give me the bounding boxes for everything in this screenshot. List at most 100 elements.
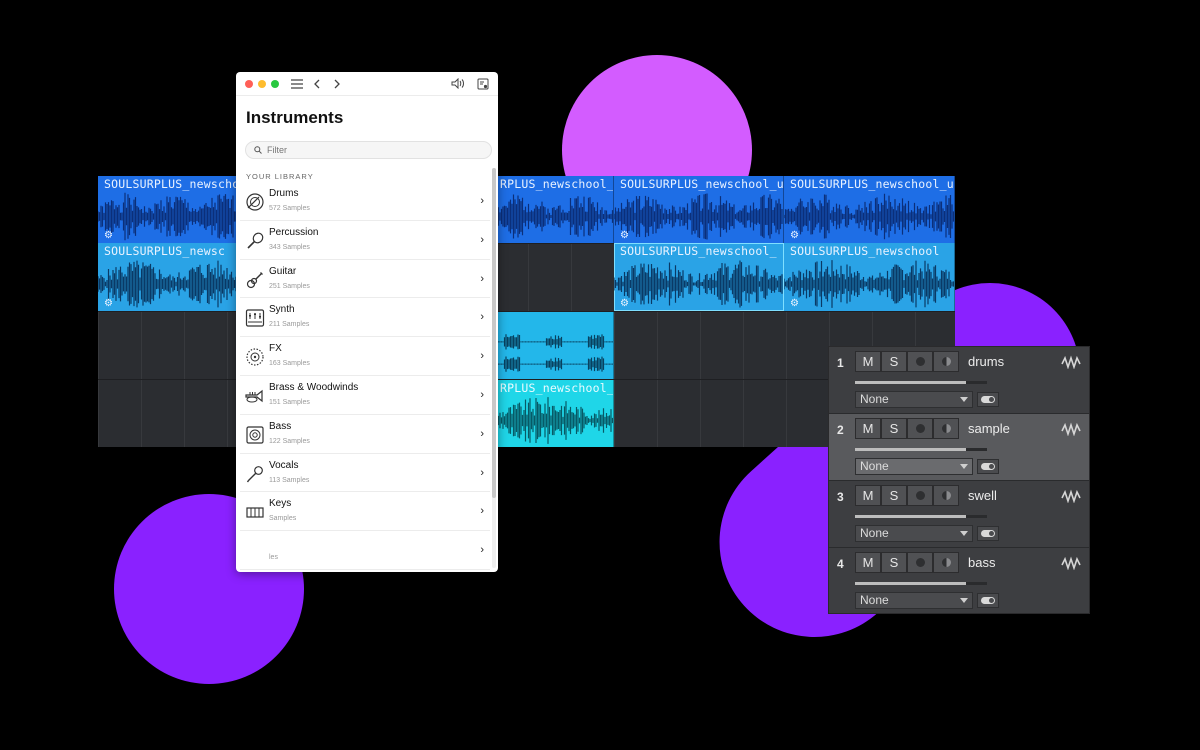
input-select-value: None [860, 526, 889, 540]
mute-button[interactable]: M [855, 552, 881, 573]
gear-icon[interactable]: ⚙ [620, 299, 630, 309]
track-name[interactable]: swell [968, 488, 997, 503]
item-name: Vocals [269, 459, 299, 471]
zoom-window-button[interactable] [271, 79, 279, 88]
audio-clip[interactable]: SOULSURPLUS_newsc ⚙ [98, 243, 238, 311]
mixer-track[interactable]: 4 M S bass None [829, 548, 1089, 613]
audio-clip[interactable]: RPLUS_newschool_u [494, 176, 614, 243]
gear-icon[interactable]: ⚙ [790, 299, 800, 309]
clip-title: RPLUS_newschool_u [500, 177, 614, 191]
solo-button[interactable]: S [881, 485, 907, 506]
volume-fader[interactable] [855, 582, 987, 585]
input-select[interactable]: None [855, 391, 973, 408]
audio-clip[interactable]: SOULSURPLUS_newschool ⚙ [784, 243, 955, 311]
monitor-button[interactable] [933, 351, 959, 372]
input-monitor-toggle[interactable] [977, 459, 999, 474]
forward-icon[interactable] [330, 77, 344, 91]
search-icon [254, 146, 262, 154]
item-count: 572 Samples [269, 205, 310, 212]
more-icon [245, 541, 265, 561]
mute-button[interactable]: M [855, 418, 881, 439]
input-monitor-toggle[interactable] [977, 526, 999, 541]
waveform-icon[interactable] [1061, 355, 1081, 369]
monitor-icon [941, 558, 951, 567]
clip-title: SOULSURPLUS_newschool [790, 244, 940, 258]
monitor-button[interactable] [933, 485, 959, 506]
mute-button[interactable]: M [855, 351, 881, 372]
item-count: 113 Samples [269, 476, 310, 484]
menu-icon[interactable] [290, 77, 304, 91]
audio-clip[interactable] [494, 312, 614, 379]
list-item-guitar[interactable]: Guitar 251 Samples › [240, 260, 490, 299]
track-number: 1 [837, 356, 844, 370]
input-monitor-toggle[interactable] [977, 593, 999, 608]
monitor-icon [941, 491, 951, 500]
mute-button[interactable]: M [855, 485, 881, 506]
filter-field[interactable] [245, 141, 492, 159]
track-name[interactable]: sample [968, 421, 1010, 436]
volume-fader[interactable] [855, 448, 987, 451]
item-count: 211 Samples [269, 321, 310, 329]
filter-input[interactable] [267, 145, 467, 155]
track-name[interactable]: bass [968, 555, 995, 570]
input-select[interactable]: None [855, 458, 973, 475]
item-count: 163 Samples [269, 360, 310, 368]
gear-icon[interactable]: ⚙ [104, 299, 114, 309]
minimize-window-button[interactable] [258, 79, 266, 88]
input-select[interactable]: None [855, 525, 973, 542]
list-item-brass-woodwinds[interactable]: Brass & Woodwinds 151 Samples › [240, 376, 490, 415]
waveform [494, 397, 613, 444]
chevron-right-icon: › [480, 233, 484, 246]
scrollbar[interactable] [492, 168, 496, 568]
gear-icon[interactable]: ⚙ [104, 231, 114, 241]
solo-button[interactable]: S [881, 418, 907, 439]
audio-clip[interactable]: RPLUS_newschool_ [494, 380, 614, 447]
gear-icon[interactable]: ⚙ [790, 231, 800, 241]
waveform-icon[interactable] [1061, 422, 1081, 436]
back-icon[interactable] [310, 77, 324, 91]
list-item-synth[interactable]: Synth 211 Samples › [240, 298, 490, 338]
solo-button[interactable]: S [881, 351, 907, 372]
audio-clip-selected[interactable]: SOULSURPLUS_newschool_ ⚙ [614, 243, 784, 311]
audio-clip[interactable]: SOULSURPLUS_newschool_u ⚙ [784, 176, 955, 243]
item-name: Guitar [269, 265, 297, 277]
mixer-track[interactable]: 2 M S sample None [829, 414, 1089, 481]
mixer-track[interactable]: 1 M S drums None [829, 347, 1089, 414]
list-item-percussion[interactable]: Percussion 343 Samples › [240, 221, 490, 260]
scrollbar-thumb[interactable] [492, 168, 496, 498]
list-item-fx[interactable]: FX 163 Samples › [240, 337, 490, 376]
track-name[interactable]: drums [968, 354, 1004, 369]
waveform-icon[interactable] [1061, 489, 1081, 503]
input-monitor-toggle[interactable] [977, 392, 999, 407]
record-arm-button[interactable] [907, 552, 933, 573]
waveform-icon[interactable] [1061, 556, 1081, 570]
monitor-button[interactable] [933, 418, 959, 439]
waveform [784, 260, 954, 308]
mixer-track[interactable]: 3 M S swell None [829, 481, 1089, 548]
solo-button[interactable]: S [881, 552, 907, 573]
clip-title: RPLUS_newschool_ [500, 381, 614, 395]
waveform-path [784, 260, 954, 308]
volume-fader[interactable] [855, 381, 987, 384]
piano-icon [245, 502, 265, 522]
close-window-button[interactable] [245, 79, 253, 88]
monitor-button[interactable] [933, 552, 959, 573]
volume-fader[interactable] [855, 515, 987, 518]
list-item-drums[interactable]: Drums 572 Samples › [240, 182, 490, 221]
item-name: Percussion [269, 226, 319, 238]
waveform [614, 193, 783, 240]
list-item-keys[interactable]: Keys Samples › [240, 492, 490, 532]
input-select[interactable]: None [855, 592, 973, 609]
gear-icon[interactable]: ⚙ [620, 231, 630, 241]
record-arm-button[interactable] [907, 351, 933, 372]
record-arm-button[interactable] [907, 418, 933, 439]
daw-timeline[interactable]: SOULSURPLUS_newschool_u ⚙ RPLUS_newschoo… [98, 176, 955, 447]
speaker-volume-icon[interactable] [450, 77, 464, 91]
microphone-icon [245, 464, 265, 484]
list-item-bass[interactable]: Bass 122 Samples › [240, 415, 490, 454]
audio-clip[interactable]: SOULSURPLUS_newschool_u ⚙ [614, 176, 784, 243]
record-arm-button[interactable] [907, 485, 933, 506]
preview-window-icon[interactable] [476, 77, 490, 91]
list-item-vocals[interactable]: Vocals 113 Samples › [240, 454, 490, 493]
list-item-more[interactable]: les › [240, 531, 490, 570]
